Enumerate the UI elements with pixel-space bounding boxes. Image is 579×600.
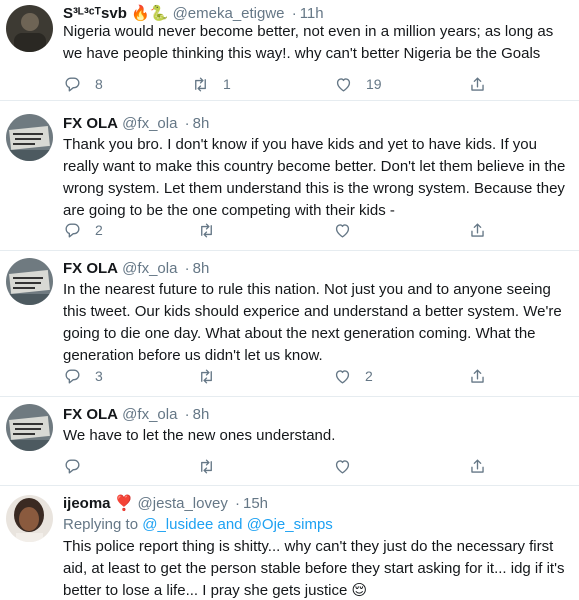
reply-icon <box>65 368 80 384</box>
tweet-text: We have to let the new ones understand. <box>63 427 336 444</box>
tweet-header: FX OLA @fx_ola · 8h <box>63 259 209 279</box>
tweet-actions: 3 2 <box>63 364 533 388</box>
share-button[interactable] <box>468 454 487 478</box>
avatar[interactable] <box>6 5 53 52</box>
separator: · <box>184 260 190 277</box>
user-handle[interactable]: @jesta_lovey <box>138 495 228 512</box>
timestamp[interactable]: 15h <box>243 495 268 512</box>
tweet-actions: 8 1 19 <box>63 72 533 96</box>
like-button[interactable]: 19 <box>334 72 382 96</box>
tweet[interactable]: FX OLA @fx_ola · 8h In the nearest future… <box>0 251 579 397</box>
separator: · <box>291 5 297 22</box>
reply-button[interactable] <box>63 454 95 478</box>
tweet-header: ijeoma ❣️ @jesta_lovey · 15h <box>63 494 268 514</box>
tweet[interactable]: S³ᴸ³ᶜᵀsvb 🔥🐍 @emeka_etigwe · 11h Nigeria … <box>0 0 579 101</box>
user-handle[interactable]: @fx_ola <box>122 406 177 423</box>
tweet-header: FX OLA @fx_ola · 8h <box>63 405 209 425</box>
reply-count: 3 <box>95 368 103 384</box>
share-button[interactable] <box>468 72 487 96</box>
replying-prefix: Replying to <box>63 516 143 533</box>
tweet-header: FX OLA @fx_ola · 8h <box>63 114 209 134</box>
replying-and: and <box>213 516 247 533</box>
retweet-icon <box>201 458 212 474</box>
share-icon <box>471 76 484 91</box>
timestamp[interactable]: 8h <box>193 406 210 423</box>
tweet-actions <box>63 454 533 478</box>
share-icon <box>471 368 484 383</box>
reply-icon <box>65 76 80 92</box>
user-handle[interactable]: @fx_ola <box>122 260 177 277</box>
user-handle[interactable]: @emeka_etigwe <box>173 5 285 22</box>
like-button[interactable]: 2 <box>333 364 373 388</box>
retweet-count: 1 <box>223 76 231 92</box>
share-button[interactable] <box>468 364 487 388</box>
retweet-icon <box>201 368 212 384</box>
separator: · <box>184 115 190 132</box>
reply-icon <box>65 458 80 474</box>
display-name[interactable]: FX OLA <box>63 260 118 277</box>
display-name[interactable]: S³ᴸ³ᶜᵀsvb 🔥🐍 <box>63 5 168 22</box>
reply-button[interactable]: 8 <box>63 72 103 96</box>
like-button[interactable] <box>333 218 365 242</box>
tweet[interactable]: ijeoma ❣️ @jesta_lovey · 15h Replying to … <box>0 486 579 600</box>
retweet-button[interactable] <box>197 218 229 242</box>
share-button[interactable] <box>468 218 487 242</box>
avatar[interactable] <box>6 495 53 542</box>
tweet-actions: 2 <box>63 218 533 242</box>
heart-icon <box>335 369 350 384</box>
heart-icon <box>335 223 350 238</box>
retweet-button[interactable]: 1 <box>191 72 231 96</box>
mention-link[interactable]: @_lusidee <box>142 516 213 533</box>
like-button[interactable] <box>333 454 365 478</box>
reply-count: 2 <box>95 222 103 238</box>
like-count: 19 <box>366 76 382 92</box>
display-name[interactable]: ijeoma ❣️ <box>63 495 133 512</box>
avatar[interactable] <box>6 258 53 305</box>
mention-link[interactable]: @Oje_simps <box>247 516 333 533</box>
retweet-button[interactable] <box>197 454 229 478</box>
separator: · <box>184 406 190 423</box>
heart-icon <box>336 77 351 92</box>
share-icon <box>471 222 484 237</box>
tweet[interactable]: FX OLA @fx_ola · 8h Thank you bro. I don'… <box>0 101 579 251</box>
retweet-button[interactable] <box>197 364 229 388</box>
replying-to: Replying to @_lusidee and @Oje_simps <box>63 515 333 535</box>
timestamp[interactable]: 8h <box>193 260 210 277</box>
tweet[interactable]: FX OLA @fx_ola · 8h We have to let the ne… <box>0 397 579 486</box>
avatar[interactable] <box>6 114 53 161</box>
reply-icon <box>65 222 80 238</box>
reply-count: 8 <box>95 76 103 92</box>
retweet-icon <box>195 76 206 92</box>
avatar[interactable] <box>6 404 53 451</box>
display-name[interactable]: FX OLA <box>63 115 118 132</box>
reply-button[interactable]: 3 <box>63 364 103 388</box>
like-count: 2 <box>365 368 373 384</box>
separator: · <box>235 495 240 512</box>
tweet-text: In the nearest future to rule this natio… <box>63 281 562 364</box>
timestamp[interactable]: 11h <box>300 5 324 22</box>
retweet-icon <box>201 222 212 238</box>
tweet-text: This police report thing is shitty... wh… <box>63 538 565 599</box>
heart-icon <box>335 459 350 474</box>
tweet-text: Nigeria would never become better, not e… <box>63 23 554 62</box>
reply-button[interactable]: 2 <box>63 218 103 242</box>
user-handle[interactable]: @fx_ola <box>122 115 177 132</box>
tweet-text: Thank you bro. I don't know if you have … <box>63 136 566 219</box>
timestamp[interactable]: 8h <box>193 115 210 132</box>
display-name[interactable]: FX OLA <box>63 406 118 423</box>
share-icon <box>471 458 484 473</box>
